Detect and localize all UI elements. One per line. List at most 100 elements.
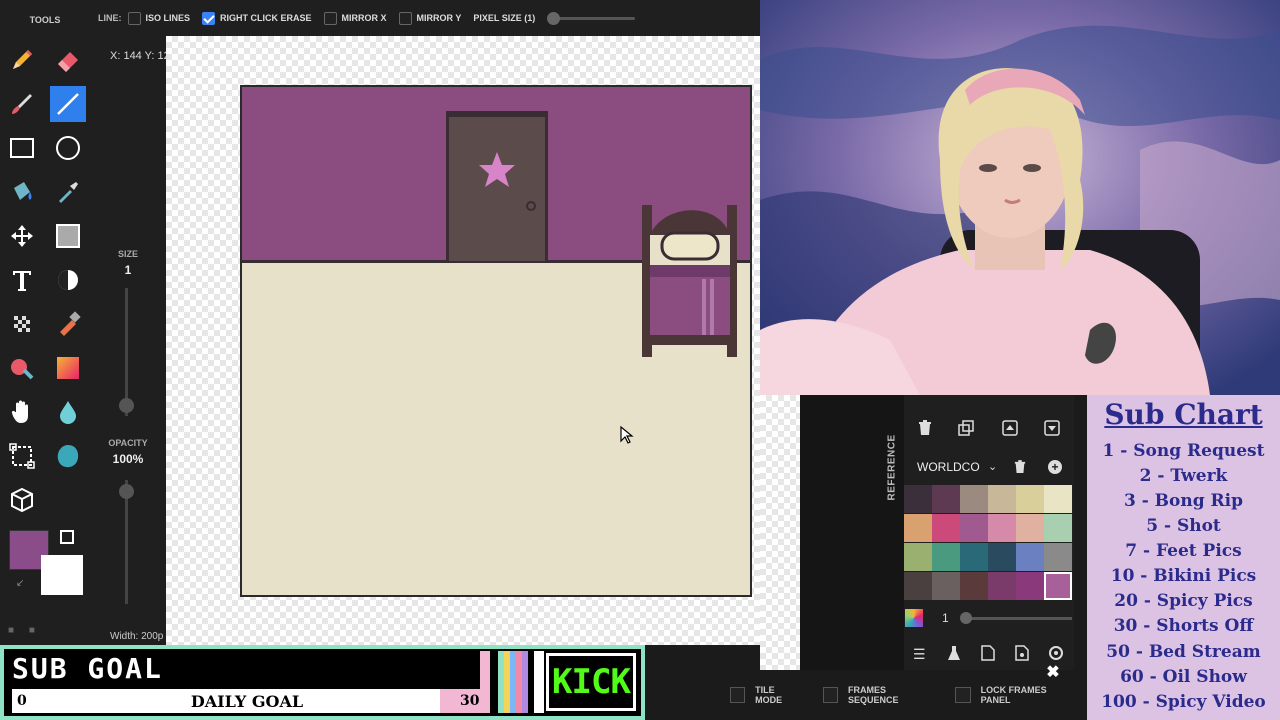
palette-swatch[interactable] [904,543,932,571]
pencil-tool[interactable] [4,42,40,78]
palette-swatch[interactable] [988,514,1016,542]
rectangle-tool[interactable] [4,130,40,166]
brush-tool[interactable] [4,86,40,122]
move-tool[interactable] [4,218,40,254]
dodge-tool[interactable] [50,394,86,430]
pattern-tool[interactable] [4,306,40,342]
palette-swatch[interactable] [932,572,960,600]
blob-tool[interactable] [50,438,86,474]
pixel-art-drawing [242,87,750,595]
3d-tool[interactable] [4,482,40,518]
export-file-icon[interactable] [981,645,995,661]
opacity-slider-knob[interactable] [119,484,134,499]
palette-swatch[interactable] [1016,572,1044,600]
reset-colors-icon[interactable]: ↙ [16,578,28,590]
palette-swatch[interactable] [904,572,932,600]
sub-goal-target: 30 [460,693,480,709]
add-palette-icon[interactable]: + [1048,460,1062,474]
eyedropper-icon [59,182,78,203]
paint-bucket-icon [14,182,32,200]
palette-swatch[interactable] [1044,572,1072,600]
palette-swatch[interactable] [1044,514,1072,542]
palette-slider-knob[interactable] [960,612,972,624]
palette-swatch[interactable] [1016,485,1044,513]
canvas-workspace-edge[interactable] [760,395,800,670]
palette-swatch[interactable] [960,514,988,542]
palette-swatch[interactable] [960,543,988,571]
text-tool[interactable] [4,262,40,298]
tile-mode-label: TILE MODE [755,685,783,705]
sub-goal-overlay: SUB GOAL 0 DAILY GOAL 30 KICK [0,645,645,720]
delete-layer-icon[interactable] [918,420,932,436]
flask-icon[interactable] [947,645,961,661]
palette-swatch[interactable] [1016,543,1044,571]
stamp-tool[interactable] [50,218,86,254]
mirror-y-checkbox[interactable] [398,11,412,25]
pixel-size-slider[interactable] [547,11,636,25]
eyedropper-tool[interactable] [50,174,86,210]
tools-title: TOOLS [29,15,61,25]
right-click-erase-checkbox[interactable] [202,11,216,25]
close-icon[interactable]: ✖ [1045,665,1061,681]
secondary-color-swatch[interactable] [41,555,83,595]
palette-swatch[interactable] [1016,514,1044,542]
palette-swatch[interactable] [932,514,960,542]
eraser-tool[interactable] [50,42,86,78]
selection-icon [9,443,35,469]
palette-swatch[interactable] [904,485,932,513]
color-replace-tool[interactable] [4,350,40,386]
palette-name[interactable]: WORLDCO [917,460,980,474]
size-slider-knob[interactable] [119,398,134,413]
palette-swatch[interactable] [1044,543,1072,571]
reference-tab[interactable]: REFERENCE [887,434,898,500]
move-layer-up-icon[interactable] [1002,420,1018,436]
pencil-icon [13,50,32,69]
stamp-brush-tool[interactable] [50,306,86,342]
swap-colors-icon[interactable] [60,530,74,544]
palette-opacity-icon[interactable] [905,609,923,627]
kick-logo-text: KICK [552,662,631,702]
target-icon[interactable] [1049,646,1063,660]
lock-frames-panel-checkbox[interactable] [955,687,971,703]
cursor-coordinates: X: 144 Y: 12 [110,50,170,62]
list-icon[interactable]: ☰ [913,646,926,663]
select-tool[interactable] [4,438,40,474]
dither-tool[interactable] [50,262,86,298]
palette-swatch[interactable] [988,485,1016,513]
line-icon [57,93,79,115]
palette-swatch[interactable] [932,543,960,571]
slider-knob[interactable] [547,11,561,25]
size-label: SIZE [117,249,138,259]
fill-tool[interactable] [4,174,40,210]
move-layer-down-icon[interactable] [1044,420,1060,436]
hand-icon [11,400,29,423]
palette-opacity-slider[interactable] [960,612,1072,624]
palette-swatch[interactable] [904,514,932,542]
color-replace-icon [11,359,34,380]
gradient-tool[interactable] [50,350,86,386]
sub-chart-item: 50 - Bed Stream [1106,642,1261,662]
palette-swatch[interactable] [1044,485,1072,513]
chevron-down-icon[interactable]: ⌄ [988,460,997,473]
size-slider[interactable] [125,288,128,416]
text-icon [13,271,31,291]
palette-swatch[interactable] [960,572,988,600]
palette-swatch[interactable] [988,543,1016,571]
palette-swatch[interactable] [988,572,1016,600]
duplicate-layer-icon[interactable] [958,420,974,436]
palette-swatch[interactable] [932,485,960,513]
palette-swatch[interactable] [960,485,988,513]
ellipse-tool[interactable] [50,130,86,166]
delete-palette-icon[interactable] [1014,460,1026,474]
hand-tool[interactable] [4,394,40,430]
pixel-art-canvas[interactable] [240,85,752,597]
import-file-icon[interactable] [1015,645,1029,661]
sub-goal-progress-bar: 0 DAILY GOAL 30 [12,689,480,713]
checker-pattern-icon [14,316,30,332]
mirror-x-checkbox[interactable] [323,11,337,25]
frames-sequence-checkbox[interactable] [822,687,839,703]
sub-chart-item: 100 - Spicy Video [1101,692,1266,712]
iso-lines-checkbox[interactable] [127,11,141,25]
tile-mode-checkbox[interactable] [730,687,746,703]
line-tool[interactable] [50,86,86,122]
